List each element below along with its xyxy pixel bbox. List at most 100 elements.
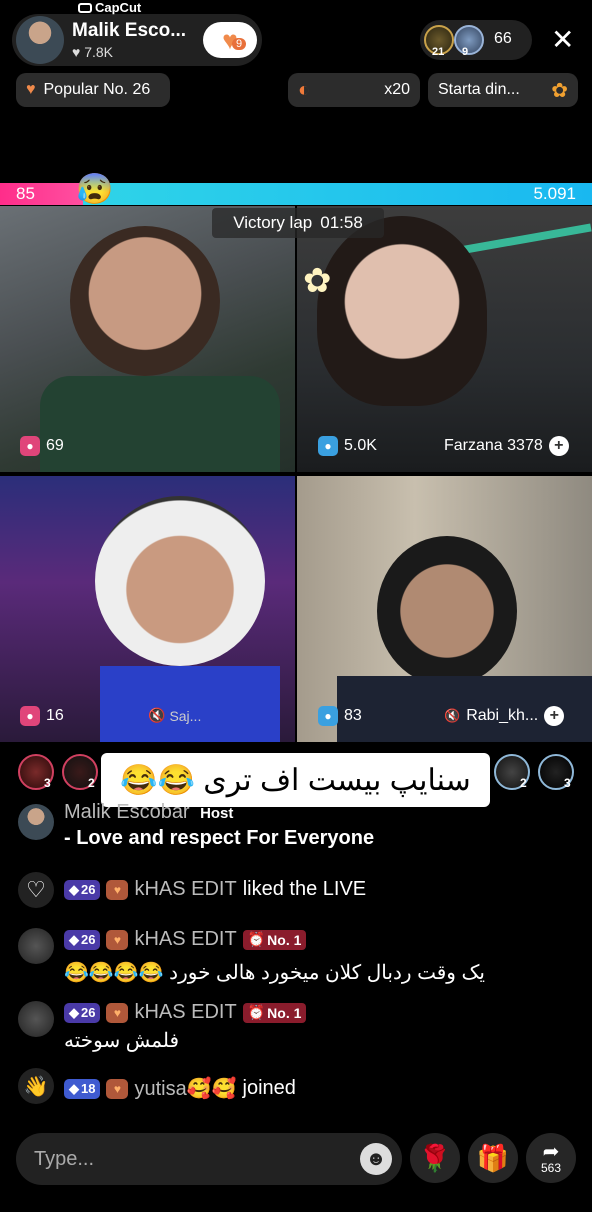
right-score: 5.091 [533,184,576,203]
popular-rank-label: Popular No. 26 [43,81,151,98]
flower-icon: ✿ [303,262,332,300]
close-icon[interactable]: ✕ [551,26,574,54]
led-strip [447,223,592,257]
mute-icon: 🔇 [444,708,461,723]
guest-shirt [40,376,280,472]
share-icon: ➦ [542,1141,560,1163]
guest-name-label: Saj... [169,707,202,724]
starta-pill[interactable]: Starta din... ✿ [428,73,578,107]
chat-username[interactable]: kHAS EDIT [134,928,236,951]
level-badge: ◆ 26 [64,929,101,950]
victory-label: Victory lap [233,213,313,232]
chat-message: فلمش سوخته [64,1030,180,1052]
gifter-rank: 3 [44,776,51,790]
guest-score-1: ● 69 [20,436,64,456]
heart-icon: ♥ [26,81,36,98]
guest-tile-2[interactable]: ✿ [297,206,592,472]
guest-video [95,496,265,666]
chat-username[interactable]: kHAS EDIT [134,878,236,901]
host-name: Malik Esco... [72,20,187,41]
chat-message: - Love and respect For Everyone [64,827,375,849]
gifter-rank: 2 [88,776,95,790]
chat-join-row: ◆ 18 ♥ yutisa🥰🥰 joined [64,1076,296,1101]
guest-video [317,216,487,406]
guest-score-value: 83 [344,707,362,724]
level-value: 26 [81,932,96,947]
host-avatar[interactable] [16,16,64,64]
add-guest-icon[interactable]: + [548,436,569,456]
chat-username[interactable]: Malik Escobar [64,801,190,823]
rank-label: No. 1 [267,1004,302,1021]
host-likes: ♥ 7.8K [72,44,113,60]
score-icon: ● [20,436,40,456]
viewer-badge: 9 [462,46,469,58]
left-score: 85 [16,184,35,203]
capcut-logo-icon [78,2,92,13]
level-badge: ◆ 26 [64,879,101,900]
chat-avatar[interactable] [18,804,54,840]
share-button[interactable]: ➦ 563 [526,1133,576,1183]
diamond-icon: ◆ [69,931,79,947]
host-tag: Host [200,805,234,822]
add-guest-icon[interactable]: + [544,706,565,726]
guest-video [377,536,517,686]
chat-avatar[interactable] [18,1001,54,1037]
diamond-icon: ◆ [69,1004,79,1020]
guest-name-label: Rabi_kh... [466,707,539,724]
chat-username[interactable]: yutisa🥰🥰 [134,1076,236,1101]
comment-placeholder: Type... [34,1148,95,1170]
clock-icon: ⏰ [247,931,266,947]
follow-button[interactable]: ♥ [203,22,257,58]
emoji-picker-icon[interactable]: ☻ [360,1143,392,1175]
guest-name-label: Farzana 3378 [444,437,543,454]
chat-avatar[interactable] [18,928,54,964]
gifter-rank: 3 [564,776,571,790]
chat-username[interactable]: kHAS EDIT [134,1001,236,1024]
guest-score-4: ● 83 [318,706,362,726]
rose-icon: 🌹 [418,1142,452,1173]
emoji-icon: 😰 [76,173,114,206]
host-likes-count: 7.8K [84,44,114,60]
diamond-icon: ◆ [69,881,79,897]
level-badge: ◆ 26 [64,1002,101,1023]
guest-tile-4[interactable] [297,476,592,742]
viewer-avatar[interactable] [454,25,484,55]
wave-icon: 👋 [18,1068,54,1104]
mute-icon: 🔇 [148,707,166,723]
guest-score-3: ● 16 [20,706,64,726]
rank-badge: ⏰ No. 1 [242,929,307,950]
starta-label: Starta din... [438,81,520,98]
rank-badge: ⏰ No. 1 [242,1002,307,1023]
heart-icon: ♥ [106,1078,129,1099]
victory-timer: Victory lap 01:58 [212,208,384,238]
guest-name-4[interactable]: 🔇 Rabi_kh... + [444,706,565,726]
level-value: 26 [81,882,96,897]
chat-msg2-header: ◆ 26 ♥ kHAS EDIT ⏰ No. 1 [64,1001,307,1024]
heart-icon: ♥ [72,44,81,60]
victory-time: 01:58 [320,213,363,232]
guest-score-2: ● 5.0K [318,436,377,456]
score-icon: ● [318,436,338,456]
gift-button[interactable]: 🎁 [468,1133,518,1183]
guest-name-2[interactable]: Farzana 3378 + [444,436,569,456]
level-badge: ◆ 18 [64,1078,101,1099]
chat-action: liked the LIVE [242,878,367,900]
guest-score-value: 16 [46,707,64,724]
chat-host-header: Malik Escobar Host [64,801,233,824]
guest-tile-1[interactable] [0,206,295,472]
chat-like-row: ◆ 26 ♥ kHAS EDIT liked the LIVE [64,878,366,901]
score-icon: ● [20,706,40,726]
guest-tile-3[interactable] [0,476,295,742]
planet-icon: ◐ [298,78,311,101]
rose-gift-button[interactable]: 🌹 [410,1133,460,1183]
guest-video [70,226,220,376]
heart-icon: ♥ [106,929,129,950]
gift-icon: 🎁 [476,1142,510,1173]
chat-msg1-header: ◆ 26 ♥ kHAS EDIT ⏰ No. 1 [64,928,307,951]
diamond-icon: ◆ [69,1080,79,1096]
multiplier-pill[interactable]: ◐ x20 [288,73,420,107]
popular-rank-pill[interactable]: ♥ Popular No. 26 [16,73,170,107]
viewer-badge: 21 [432,46,445,58]
guest-name-3[interactable]: 🔇 Saj... [148,707,201,724]
chat-message: یک وقت ردبال کلان میخورد هالی خورد 😂😂😂😂 [64,962,485,984]
